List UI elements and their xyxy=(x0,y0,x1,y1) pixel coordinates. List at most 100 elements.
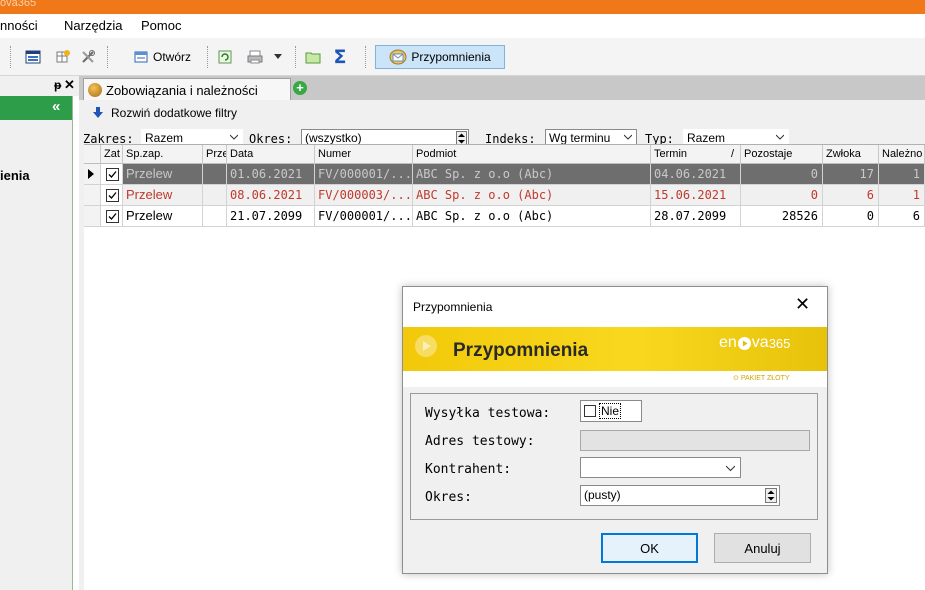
open-button[interactable]: Otwórz xyxy=(120,46,204,68)
cell-numer: FV/000001/... xyxy=(315,206,413,227)
app-window: nności Narzędzia Pomoc Otwórz Σ Przypomn… xyxy=(0,14,925,590)
left-panel: ᵽ ✕ « ienia xyxy=(0,76,80,590)
sort-icon: / xyxy=(730,148,734,160)
indeks-value: Wg terminu xyxy=(549,131,611,145)
brand-prefix: en xyxy=(719,334,737,351)
cell-prze xyxy=(203,164,227,185)
cell-spzap: Przelew xyxy=(123,185,203,206)
toolbar-separator xyxy=(207,46,209,68)
wysylka-toggle[interactable]: Nie xyxy=(580,400,642,422)
toolbar-separator xyxy=(365,46,367,68)
left-panel-section-label[interactable]: ienia xyxy=(0,168,30,183)
cell-termin: 04.06.2021 xyxy=(651,164,741,185)
print-icon[interactable] xyxy=(245,46,265,68)
dialog-form: Wysyłka testowa: Nie Adres testowy: Kont… xyxy=(410,393,818,520)
left-panel-green-bar: « xyxy=(0,96,72,120)
print-dropdown-icon[interactable] xyxy=(271,46,285,68)
open-icon xyxy=(134,51,148,63)
banner-title: Przypomnienia xyxy=(453,340,589,361)
current-row-arrow-icon xyxy=(88,169,94,179)
okres-dialog-value: (pusty) xyxy=(584,488,621,502)
brand-number: 365 xyxy=(768,335,791,351)
ok-label: OK xyxy=(640,540,659,556)
cell-pozostaje: 0 xyxy=(741,185,823,206)
cell-zwloka: 6 xyxy=(823,185,879,206)
row-indicator xyxy=(84,185,101,206)
row-indicator xyxy=(84,164,101,185)
reminders-button[interactable]: Przypomnienia xyxy=(375,45,505,69)
cell-spzap: Przelew xyxy=(123,164,203,185)
adres-input[interactable] xyxy=(580,430,810,451)
close-icon[interactable]: ✕ xyxy=(64,77,75,93)
reminders-dialog: Przypomnienia ✕ Przypomnienia en va 365 … xyxy=(402,286,828,574)
brand-suffix: va xyxy=(751,334,769,351)
table-row[interactable]: Przelew 21.07.2099 FV/000001/... ABC Sp.… xyxy=(84,206,925,227)
kontrahent-select[interactable] xyxy=(580,457,741,478)
column-header-termin[interactable]: Termin / xyxy=(651,145,741,164)
tab-liabilities[interactable]: Zobowiązania i należności xyxy=(83,78,291,101)
column-header-prze[interactable]: Prze xyxy=(203,145,227,164)
row-indicator-header xyxy=(84,145,101,164)
cell-zwloka: 0 xyxy=(823,206,879,227)
arrow-down-icon xyxy=(93,107,103,118)
table-row[interactable]: Przelew 01.06.2021 FV/000001/... ABC Sp.… xyxy=(84,164,925,185)
checkbox-checked-icon xyxy=(106,189,119,202)
chevron-down-icon xyxy=(230,134,238,140)
menu-item-help[interactable]: Pomoc xyxy=(141,18,181,33)
sum-icon[interactable]: Σ xyxy=(329,46,351,68)
column-header-spzap[interactable]: Sp.zap. xyxy=(123,145,203,164)
window-icon[interactable] xyxy=(23,46,43,68)
row-checkbox[interactable] xyxy=(101,164,123,185)
cell-pozostaje: 0 xyxy=(741,164,823,185)
add-tab-icon[interactable]: + xyxy=(293,81,307,95)
tools-icon[interactable] xyxy=(78,46,98,68)
refresh-icon[interactable] xyxy=(215,46,235,68)
column-header-zwloka[interactable]: Zwłoka xyxy=(823,145,879,164)
expand-filters-link[interactable]: Rozwiń dodatkowe filtry xyxy=(93,106,237,120)
open-label: Otwórz xyxy=(152,50,191,64)
grid-config-icon[interactable] xyxy=(53,46,73,68)
kontrahent-label: Kontrahent: xyxy=(425,462,512,477)
column-header-data[interactable]: Data xyxy=(227,145,315,164)
column-header-podmiot[interactable]: Podmiot xyxy=(413,145,651,164)
collapse-icon[interactable]: « xyxy=(52,98,60,115)
wysylka-value: Nie xyxy=(599,403,622,419)
checkbox-checked-icon xyxy=(106,168,119,181)
menu-item-operations[interactable]: nności xyxy=(0,18,38,33)
row-checkbox[interactable] xyxy=(101,185,123,206)
table-row[interactable]: Przelew 08.06.2021 FV/000003/... ABC Sp.… xyxy=(84,185,925,206)
menu-bar: nności Narzędzia Pomoc xyxy=(0,14,925,38)
toolbar-separator xyxy=(10,46,12,68)
pin-icon[interactable]: ᵽ xyxy=(54,78,61,92)
cell-podmiot: ABC Sp. z o.o (Abc) xyxy=(413,206,651,227)
cell-data: 21.07.2099 xyxy=(227,206,315,227)
chevron-down-icon xyxy=(624,134,632,140)
toolbar-separator xyxy=(295,46,297,68)
column-header-numer[interactable]: Numer xyxy=(315,145,413,164)
dialog-close-icon[interactable]: ✕ xyxy=(795,294,810,315)
cell-data: 01.06.2021 xyxy=(227,164,315,185)
coins-icon xyxy=(88,83,102,97)
cell-prze xyxy=(203,206,227,227)
column-header-pozostaje[interactable]: Pozostaje xyxy=(741,145,823,164)
okres-dialog-field[interactable]: (pusty) xyxy=(580,485,780,506)
row-checkbox[interactable] xyxy=(101,206,123,227)
cell-podmiot: ABC Sp. z o.o (Abc) xyxy=(413,164,651,185)
typ-value: Razem xyxy=(687,131,726,145)
brand-o-icon xyxy=(737,336,751,350)
folder-icon[interactable] xyxy=(303,46,323,68)
chevron-down-icon xyxy=(726,465,735,472)
tab-strip: Zobowiązania i należności + xyxy=(79,76,925,101)
dialog-banner: Przypomnienia en va 365 xyxy=(403,327,827,371)
reminders-label: Przypomnienia xyxy=(411,50,491,64)
menu-item-tools[interactable]: Narzędzia xyxy=(64,18,123,33)
cancel-button[interactable]: Anuluj xyxy=(714,533,811,563)
package-badge: ⊙ PAKIET ZŁOTY xyxy=(733,375,790,382)
column-header-naleznosc[interactable]: Należno xyxy=(879,145,925,164)
cancel-label: Anuluj xyxy=(744,540,781,556)
ok-button[interactable]: OK xyxy=(601,533,698,563)
spinner-icon[interactable] xyxy=(765,488,777,503)
cell-prze xyxy=(203,185,227,206)
filter-bar: Rozwiń dodatkowe filtry Zakres: Razem Ok… xyxy=(79,100,925,148)
column-header-zat[interactable]: Zat xyxy=(101,145,123,164)
